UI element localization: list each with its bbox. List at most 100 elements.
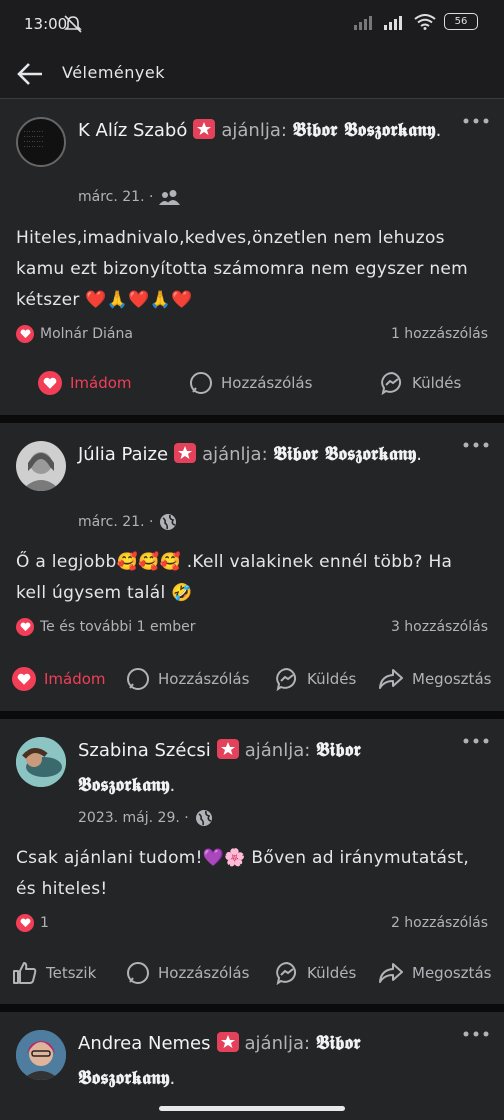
comment-icon: [127, 668, 149, 690]
love-reaction-icon: [16, 325, 34, 343]
divider: [0, 415, 504, 423]
love-button[interactable]: Imádom: [38, 371, 132, 395]
page-name[interactable]: 𝕭𝖎𝖇𝖔𝖗 𝕭𝖔𝖘𝖟𝖔𝖗𝖐𝖆𝖓𝖞: [293, 119, 436, 141]
avatar[interactable]: [16, 1030, 66, 1080]
send-button[interactable]: Küldés: [275, 667, 356, 691]
author-name[interactable]: Andrea Nemes: [78, 1033, 211, 1054]
comment-button[interactable]: Hozzászólás: [126, 961, 249, 985]
send-button[interactable]: Küldés: [275, 961, 356, 985]
author-name[interactable]: Szabina Szécsi: [78, 740, 211, 761]
battery-icon: 56: [444, 13, 478, 30]
recommends-label: ajánlja:: [244, 1033, 311, 1054]
send-label: Küldés: [307, 964, 357, 982]
divider: [0, 711, 504, 719]
review-card: Júlia Paize ajánlja: 𝕭𝖎𝖇𝖔𝖗 𝕭𝖔𝖘𝖟𝖔𝖗𝖐𝖆𝖓𝖞. má…: [0, 423, 504, 711]
love-button[interactable]: Imádom: [12, 667, 106, 691]
love-label: Imádom: [44, 670, 106, 688]
reactor-names: Te és további 1 ember: [40, 619, 196, 635]
friends-icon: [159, 190, 181, 205]
page-title: Vélemények: [62, 63, 165, 82]
globe-icon: [195, 810, 212, 826]
post-date[interactable]: márc. 21. ·: [78, 514, 153, 530]
send-button[interactable]: Küldés: [380, 371, 461, 395]
more-options-icon[interactable]: [462, 115, 490, 127]
reactions-summary[interactable]: Te és további 1 ember: [16, 618, 196, 636]
review-text: Ő a legjobb🥰🥰🥰 .Kell valakinek ennél töb…: [16, 552, 453, 603]
post-date[interactable]: márc. 21. ·: [78, 189, 153, 205]
share-button[interactable]: Megosztás: [378, 961, 491, 985]
review-header: K Alíz Szabó ajánlja: 𝕭𝖎𝖇𝖔𝖗 𝕭𝖔𝖘𝖟𝖔𝖗𝖐𝖆𝖓𝖞.: [78, 119, 442, 141]
send-label: Küldés: [412, 374, 462, 392]
action-bar: Imádom Hozzászólás Küldés: [0, 369, 504, 397]
action-bar: Imádom Hozzászólás Küldés Megosztás: [0, 665, 504, 693]
love-reaction-icon: [16, 914, 34, 932]
share-icon: [379, 963, 403, 983]
author-name[interactable]: K Alíz Szabó: [78, 120, 187, 141]
comment-count[interactable]: 2 hozzászólás: [391, 915, 488, 931]
avatar[interactable]: [16, 737, 66, 787]
recommends-label: ajánlja:: [221, 120, 287, 141]
recommend-icon: [216, 1032, 239, 1052]
more-options-icon[interactable]: [462, 439, 490, 451]
reactions-row: Te és további 1 ember 3 hozzászólás: [16, 618, 488, 636]
comment-count[interactable]: 3 hozzászólás: [391, 619, 488, 635]
action-bar: Tetszik Hozzászólás Küldés Megosztás: [0, 959, 504, 987]
share-button[interactable]: Megosztás: [378, 667, 491, 691]
comment-button[interactable]: Hozzászólás: [189, 371, 312, 395]
love-icon: [38, 371, 62, 395]
reaction-count: 1: [40, 915, 49, 931]
share-label: Megosztás: [412, 964, 492, 982]
avatar[interactable]: · · · · · · · · · · · · · · · · · · · · · …: [16, 117, 66, 167]
love-label: Imádom: [70, 374, 132, 392]
comment-count[interactable]: 1 hozzászólás: [391, 326, 488, 342]
messenger-icon: [276, 667, 297, 691]
globe-icon: [160, 514, 177, 530]
comment-icon: [190, 372, 212, 394]
post-date[interactable]: 2023. máj. 29. ·: [78, 810, 189, 826]
app-bar: Vélemények: [0, 50, 504, 99]
love-icon: [12, 667, 36, 691]
love-reaction-icon: [16, 618, 34, 636]
review-card: Szabina Szécsi ajánlja: 𝕭𝖎𝖇𝖔𝖗 𝕭𝖔𝖘𝖟𝖔𝖗𝖐𝖆𝖓𝖞.…: [0, 719, 504, 1004]
post-meta: márc. 21. ·: [78, 189, 181, 205]
send-label: Küldés: [307, 670, 357, 688]
recommend-icon: [216, 739, 239, 759]
home-indicator[interactable]: [159, 1106, 345, 1111]
back-arrow-icon[interactable]: [14, 58, 46, 90]
comment-icon: [127, 962, 149, 984]
like-button[interactable]: Tetszik: [12, 961, 96, 985]
review-header: Júlia Paize ajánlja: 𝕭𝖎𝖇𝖔𝖗 𝕭𝖔𝖘𝖟𝖔𝖗𝖐𝖆𝖓𝖞.: [78, 443, 423, 465]
recommend-icon: [174, 443, 197, 463]
signal-icon: [384, 15, 402, 30]
reactions-row: Molnár Diána 1 hozzászólás: [16, 325, 488, 343]
avatar[interactable]: [16, 441, 66, 491]
status-time: 13:00: [24, 15, 68, 33]
post-meta: 2023. máj. 29. ·: [78, 809, 213, 827]
messenger-icon: [381, 371, 402, 395]
comment-button[interactable]: Hozzászólás: [126, 667, 249, 691]
page-name[interactable]: 𝕭𝖎𝖇𝖔𝖗 𝕭𝖔𝖘𝖟𝖔𝖗𝖐𝖆𝖓𝖞: [273, 443, 416, 465]
review-card: Andrea Nemes ajánlja: 𝕭𝖎𝖇𝖔𝖗 𝕭𝖔𝖘𝖟𝖔𝖗𝖐𝖆𝖓𝖞.: [0, 1012, 504, 1120]
review-header: Andrea Nemes ajánlja: 𝕭𝖎𝖇𝖔𝖗 𝕭𝖔𝖘𝖟𝖔𝖗𝖐𝖆𝖓𝖞.: [78, 1032, 361, 1089]
review-text: Hiteles,imadnivalo,kedves,önzetlen nem l…: [16, 228, 469, 310]
review-header: Szabina Szécsi ajánlja: 𝕭𝖎𝖇𝖔𝖗 𝕭𝖔𝖘𝖟𝖔𝖗𝖐𝖆𝖓𝖞.: [78, 739, 361, 796]
signal-off-icon: [354, 15, 372, 30]
messenger-icon: [276, 961, 297, 985]
status-icons: 56: [354, 13, 478, 30]
author-name[interactable]: Júlia Paize: [78, 444, 168, 465]
divider: [0, 1004, 504, 1012]
share-icon: [379, 669, 403, 689]
thumbs-up-icon: [13, 962, 37, 984]
reactions-summary[interactable]: 1: [16, 914, 49, 932]
reactions-row: 1 2 hozzászólás: [16, 914, 488, 932]
status-bar: 13:00 56: [0, 0, 504, 50]
recommends-label: ajánlja:: [244, 740, 311, 761]
more-options-icon[interactable]: [462, 735, 490, 747]
wifi-icon: [414, 13, 436, 30]
post-meta: márc. 21. ·: [78, 513, 177, 531]
reactions-summary[interactable]: Molnár Diána: [16, 325, 133, 343]
review-text: Csak ajánlani tudom!💜🌸 Bőven ad iránymut…: [16, 848, 470, 899]
more-options-icon[interactable]: [462, 1028, 490, 1040]
recommend-icon: [193, 119, 216, 139]
comment-label: Hozzászólás: [221, 374, 313, 392]
